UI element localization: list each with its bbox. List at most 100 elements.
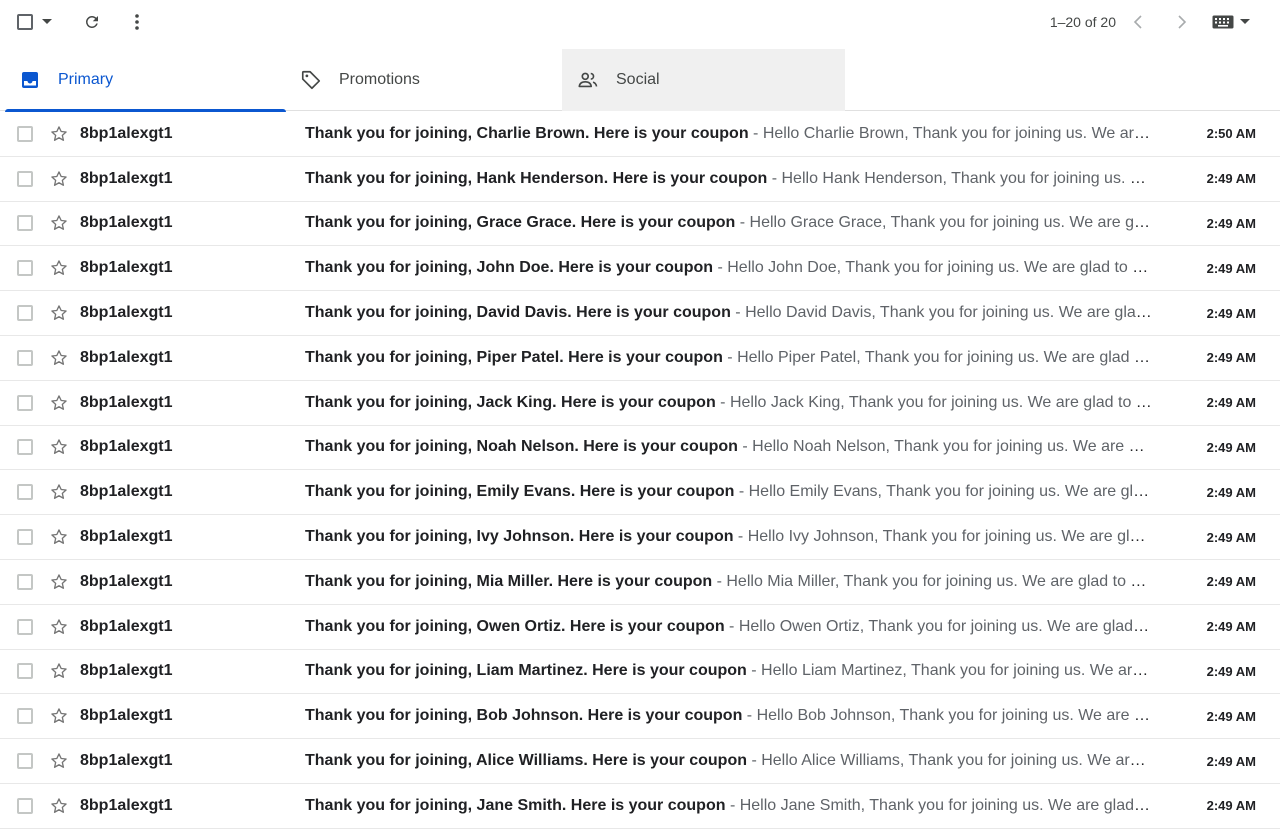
email-row[interactable]: 8bp1alexgt1 Thank you for joining, David …: [0, 291, 1280, 336]
star-icon[interactable]: [49, 124, 69, 144]
email-snippet: Hello Mia Miller, Thank you for joining …: [726, 572, 1153, 590]
email-row[interactable]: 8bp1alexgt1 Thank you for joining, Bob Jo…: [0, 694, 1280, 740]
input-tools-caret-icon[interactable]: [1238, 17, 1252, 27]
email-row[interactable]: 8bp1alexgt1 Thank you for joining, Emily …: [0, 470, 1280, 516]
email-content: Thank you for joining, Alice Williams. H…: [305, 752, 1153, 770]
email-row[interactable]: 8bp1alexgt1 Thank you for joining, Grace …: [0, 202, 1280, 247]
email-row[interactable]: 8bp1alexgt1 Thank you for joining, Piper …: [0, 336, 1280, 381]
row-checkbox[interactable]: [17, 573, 33, 590]
email-subject: Thank you for joining, Ivy Johnson. Here…: [305, 528, 734, 546]
subject-snippet-separator: -: [715, 393, 730, 411]
chevron-right-icon[interactable]: [1171, 11, 1193, 33]
row-checkbox[interactable]: [17, 260, 33, 277]
row-checkbox[interactable]: [17, 484, 33, 501]
email-content: Thank you for joining, Jack King. Here i…: [305, 394, 1153, 412]
tab-label: Promotions: [339, 71, 420, 88]
email-row[interactable]: 8bp1alexgt1 Thank you for joining, Alice …: [0, 739, 1280, 784]
tab-social[interactable]: Social: [562, 49, 845, 111]
star-icon[interactable]: [49, 393, 69, 413]
email-row[interactable]: 8bp1alexgt1 Thank you for joining, Ivy Jo…: [0, 515, 1280, 560]
email-content: Thank you for joining, Ivy Johnson. Here…: [305, 528, 1153, 546]
tab-primary[interactable]: Primary: [4, 49, 287, 112]
select-dropdown-caret-icon[interactable]: [40, 17, 54, 27]
email-row[interactable]: 8bp1alexgt1 Thank you for joining, John D…: [0, 246, 1280, 292]
star-icon[interactable]: [49, 348, 69, 368]
refresh-icon[interactable]: [81, 11, 103, 33]
row-checkbox[interactable]: [17, 708, 33, 725]
mail-toolbar: 1–20 of 20: [0, 0, 1280, 44]
email-content: Thank you for joining, Emily Evans. Here…: [305, 483, 1153, 501]
star-icon[interactable]: [49, 303, 69, 323]
row-checkbox[interactable]: [17, 215, 33, 232]
star-icon[interactable]: [49, 527, 69, 547]
email-time: 2:49 AM: [1206, 260, 1256, 276]
subject-snippet-separator: -: [713, 259, 728, 277]
star-icon[interactable]: [49, 617, 69, 637]
star-icon[interactable]: [49, 661, 69, 681]
email-row[interactable]: 8bp1alexgt1 Thank you for joining, Jane S…: [0, 784, 1280, 829]
email-time: 2:49 AM: [1206, 619, 1256, 635]
star-icon[interactable]: [49, 169, 69, 189]
select-all-checkbox[interactable]: [17, 14, 33, 30]
email-sender: 8bp1alexgt1: [80, 214, 173, 232]
email-time: 2:49 AM: [1206, 708, 1256, 724]
email-row[interactable]: 8bp1alexgt1 Thank you for joining, Owen O…: [0, 605, 1280, 650]
subject-snippet-separator: -: [733, 528, 748, 546]
subject-snippet-separator: -: [737, 438, 753, 456]
email-subject: Thank you for joining, Mia Miller. Here …: [305, 572, 713, 590]
email-content: Thank you for joining, Noah Nelson. Here…: [305, 438, 1153, 456]
row-checkbox[interactable]: [17, 394, 33, 411]
email-time: 2:49 AM: [1206, 753, 1256, 769]
email-content: Thank you for joining, David Davis. Here…: [305, 304, 1153, 322]
subject-snippet-separator: -: [747, 752, 762, 770]
row-checkbox[interactable]: [17, 618, 33, 635]
email-sender: 8bp1alexgt1: [80, 528, 173, 546]
tag-icon: [299, 68, 323, 92]
email-subject: Thank you for joining, Alice Williams. H…: [305, 752, 747, 770]
email-time: 2:49 AM: [1206, 798, 1256, 814]
row-checkbox[interactable]: [17, 349, 33, 366]
row-checkbox[interactable]: [17, 797, 33, 814]
email-subject: Thank you for joining, Bob Johnson. Here…: [305, 707, 743, 725]
star-icon[interactable]: [49, 213, 69, 233]
row-checkbox[interactable]: [17, 529, 33, 546]
star-icon[interactable]: [49, 706, 69, 726]
email-subject: Thank you for joining, Noah Nelson. Here…: [305, 438, 738, 456]
email-sender: 8bp1alexgt1: [80, 796, 173, 814]
star-icon[interactable]: [49, 751, 69, 771]
row-checkbox[interactable]: [17, 439, 33, 456]
star-icon[interactable]: [49, 482, 69, 502]
row-checkbox[interactable]: [17, 305, 33, 322]
email-list: 8bp1alexgt1 Thank you for joining, Charli…: [0, 112, 1280, 829]
subject-snippet-separator: -: [767, 169, 782, 187]
row-checkbox[interactable]: [17, 663, 33, 680]
star-icon[interactable]: [49, 437, 69, 457]
email-row[interactable]: 8bp1alexgt1 Thank you for joining, Noah N…: [0, 426, 1280, 471]
keyboard-icon[interactable]: [1210, 13, 1236, 31]
email-row[interactable]: 8bp1alexgt1 Thank you for joining, Liam M…: [0, 650, 1280, 695]
subject-snippet-separator: -: [734, 483, 749, 501]
star-icon[interactable]: [49, 796, 69, 816]
star-icon[interactable]: [49, 572, 69, 592]
tab-promotions[interactable]: Promotions: [285, 49, 568, 111]
email-row[interactable]: 8bp1alexgt1 Thank you for joining, Mia Mi…: [0, 560, 1280, 605]
more-options-icon[interactable]: [127, 11, 147, 33]
email-sender: 8bp1alexgt1: [80, 572, 173, 590]
email-subject: Thank you for joining, Liam Martinez. He…: [305, 662, 747, 680]
email-snippet: Hello Alice Williams, Thank you for join…: [761, 752, 1153, 770]
email-content: Thank you for joining, Owen Ortiz. Here …: [305, 618, 1153, 636]
email-snippet: Hello Owen Ortiz, Thank you for joining …: [738, 617, 1153, 635]
subject-snippet-separator: -: [742, 707, 757, 725]
email-time: 2:49 AM: [1206, 305, 1256, 321]
email-sender: 8bp1alexgt1: [80, 662, 173, 680]
email-row[interactable]: 8bp1alexgt1 Thank you for joining, Hank H…: [0, 157, 1280, 202]
chevron-left-icon[interactable]: [1127, 11, 1149, 33]
email-row[interactable]: 8bp1alexgt1 Thank you for joining, Jack K…: [0, 381, 1280, 426]
email-subject: Thank you for joining, Emily Evans. Here…: [305, 483, 735, 501]
email-subject: Thank you for joining, Jane Smith. Here …: [305, 796, 726, 814]
email-row[interactable]: 8bp1alexgt1 Thank you for joining, Charli…: [0, 112, 1280, 157]
row-checkbox[interactable]: [17, 753, 33, 770]
row-checkbox[interactable]: [17, 170, 33, 187]
star-icon[interactable]: [49, 258, 69, 278]
row-checkbox[interactable]: [17, 125, 33, 142]
